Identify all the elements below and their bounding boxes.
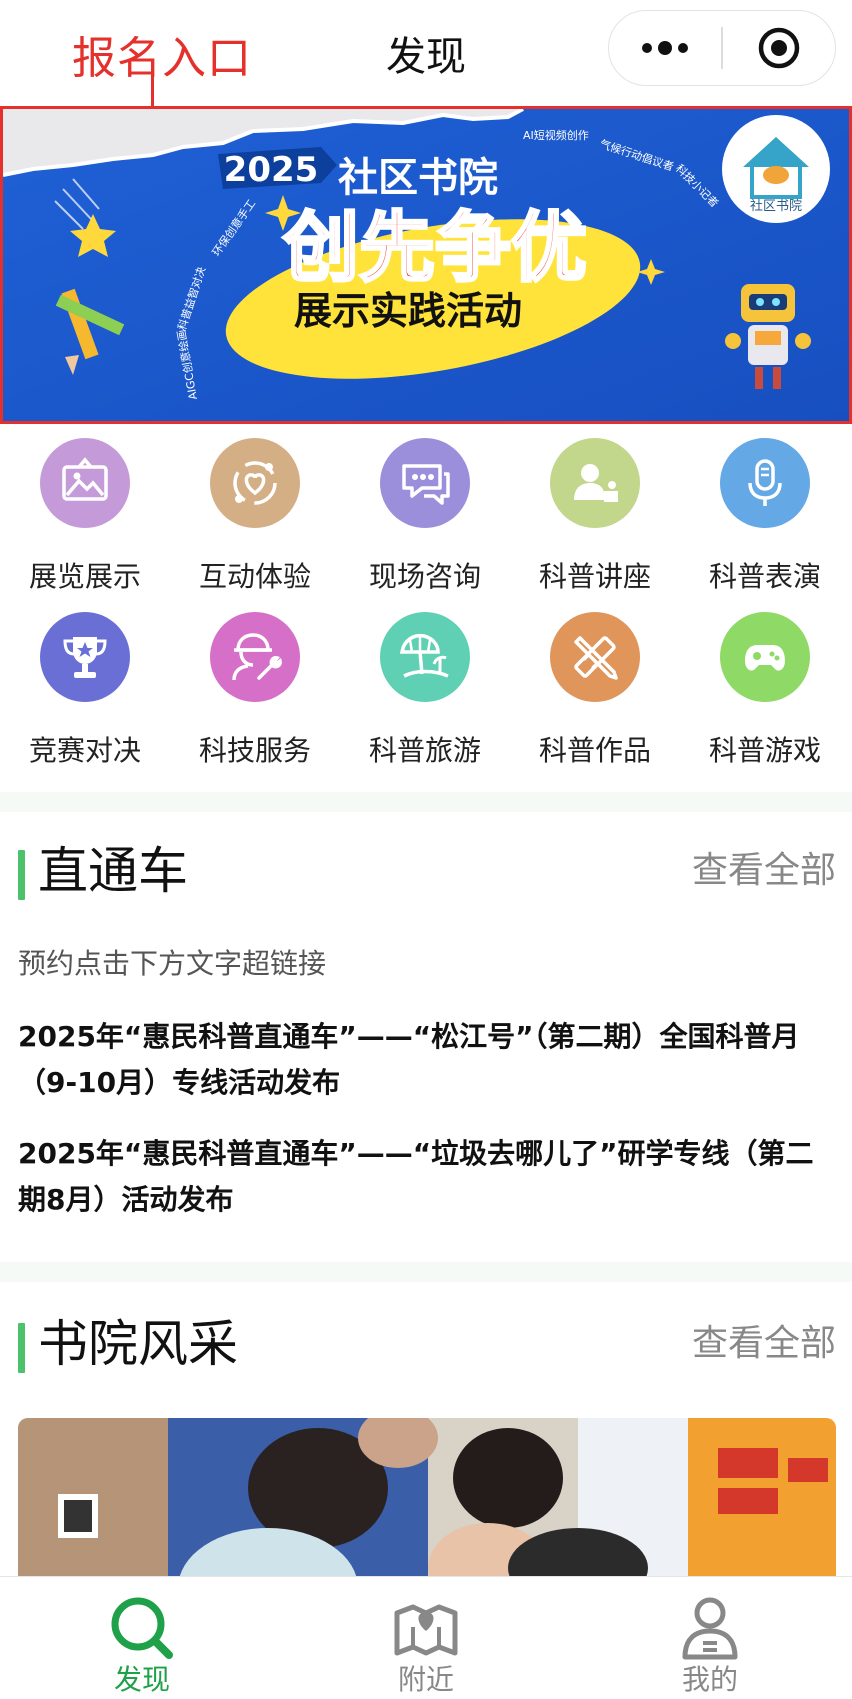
logo-text: 社区书院: [750, 198, 802, 214]
category-lecture[interactable]: 科普讲座: [510, 430, 680, 593]
academy-photo-card[interactable]: [18, 1418, 836, 1578]
map-heart-icon: [394, 1604, 458, 1656]
express-article-link-2[interactable]: 2025年“惠民科普直通车”——“垃圾去哪儿了”研学专线（第二期8月）活动发布: [18, 1131, 834, 1223]
pencil-ruler-icon: [550, 612, 640, 702]
category-interactive[interactable]: 互动体验: [170, 430, 340, 593]
category-performance[interactable]: 科普表演: [680, 430, 850, 593]
section-separator: [0, 792, 852, 812]
express-view-all-link[interactable]: 查看全部: [692, 846, 836, 896]
academy-view-all-link[interactable]: 查看全部: [692, 1319, 836, 1369]
tab-nearby[interactable]: 附近: [284, 1577, 568, 1699]
tab-label: 附近: [397, 1663, 454, 1696]
close-mini-program-button[interactable]: [723, 11, 835, 85]
express-hint: 预约点击下方文字超链接: [18, 947, 327, 980]
picture-frame-icon: [40, 438, 130, 528]
worker-wrench-icon: [210, 612, 300, 702]
banner-line1: 社区书院: [338, 154, 498, 201]
more-dots-icon: [642, 41, 689, 55]
academy-section-header: 书院风采 查看全部: [0, 1309, 852, 1379]
banner-tag-1: AI短视频创作: [523, 128, 589, 142]
express-article-link-1[interactable]: 2025年“惠民科普直通车”——“松江号”（第二期）全国科普月（9-10月）专线…: [18, 1014, 834, 1106]
more-options-button[interactable]: [609, 11, 721, 85]
banner-year: 2025: [224, 150, 319, 190]
academy-logo: 社区书院: [722, 115, 830, 223]
category-grid: 展览展示 互动体验 现场咨询 科普讲座 科普表演 竞赛对决 科技服务 科普旅游 …: [0, 430, 852, 790]
category-label: 现场咨询: [368, 560, 481, 593]
section-separator: [0, 1262, 852, 1282]
user-icon: [682, 1597, 738, 1660]
beach-umbrella-icon: [380, 612, 470, 702]
category-exhibition[interactable]: 展览展示: [0, 430, 170, 593]
microphone-icon: [720, 438, 810, 528]
express-section-title: 直通车: [38, 842, 188, 900]
category-label: 竞赛对决: [28, 734, 141, 767]
academy-photo: [18, 1418, 836, 1578]
activity-banner[interactable]: 2025 社区书院 创先争优 展示实践活动 AI短视频创作 气候行动倡议者 科技…: [0, 106, 852, 424]
tab-discover[interactable]: 发现: [0, 1577, 284, 1699]
tab-label: 我的: [681, 1663, 738, 1696]
section-accent-bar: [18, 1323, 25, 1373]
category-games[interactable]: 科普游戏: [680, 604, 850, 767]
category-label: 科普表演: [708, 560, 821, 593]
target-circle-icon: [758, 27, 800, 69]
category-label: 展览展示: [28, 560, 141, 593]
trophy-icon: [40, 612, 130, 702]
express-section-header: 直通车 查看全部: [0, 836, 852, 906]
section-accent-bar: [18, 850, 25, 900]
category-tourism[interactable]: 科普旅游: [340, 604, 510, 767]
bottom-tab-bar: 发现 附近 我的: [0, 1576, 852, 1699]
tab-profile[interactable]: 我的: [568, 1577, 852, 1699]
category-competition[interactable]: 竞赛对决: [0, 604, 170, 767]
gamepad-icon: [720, 612, 810, 702]
search-icon: [111, 1597, 173, 1659]
lecturer-icon: [550, 438, 640, 528]
category-label: 科普作品: [538, 734, 651, 767]
category-label: 互动体验: [198, 560, 311, 593]
banner-line3: 展示实践活动: [294, 289, 522, 333]
category-label: 科普游戏: [708, 734, 821, 767]
banner-line2: 创先争优: [283, 203, 587, 292]
category-tech-service[interactable]: 科技服务: [170, 604, 340, 767]
academy-section-title: 书院风采: [38, 1315, 238, 1373]
category-works[interactable]: 科普作品: [510, 604, 680, 767]
chat-bubbles-icon: [380, 438, 470, 528]
category-label: 科普旅游: [368, 734, 481, 767]
heart-orbit-icon: [210, 438, 300, 528]
top-navigation-bar: 报名入口 发现: [0, 0, 852, 103]
category-consultation[interactable]: 现场咨询: [340, 430, 510, 593]
tab-label: 发现: [113, 1663, 170, 1696]
category-label: 科技服务: [198, 734, 311, 767]
category-label: 科普讲座: [538, 560, 651, 593]
mini-program-capsule: [608, 10, 836, 86]
